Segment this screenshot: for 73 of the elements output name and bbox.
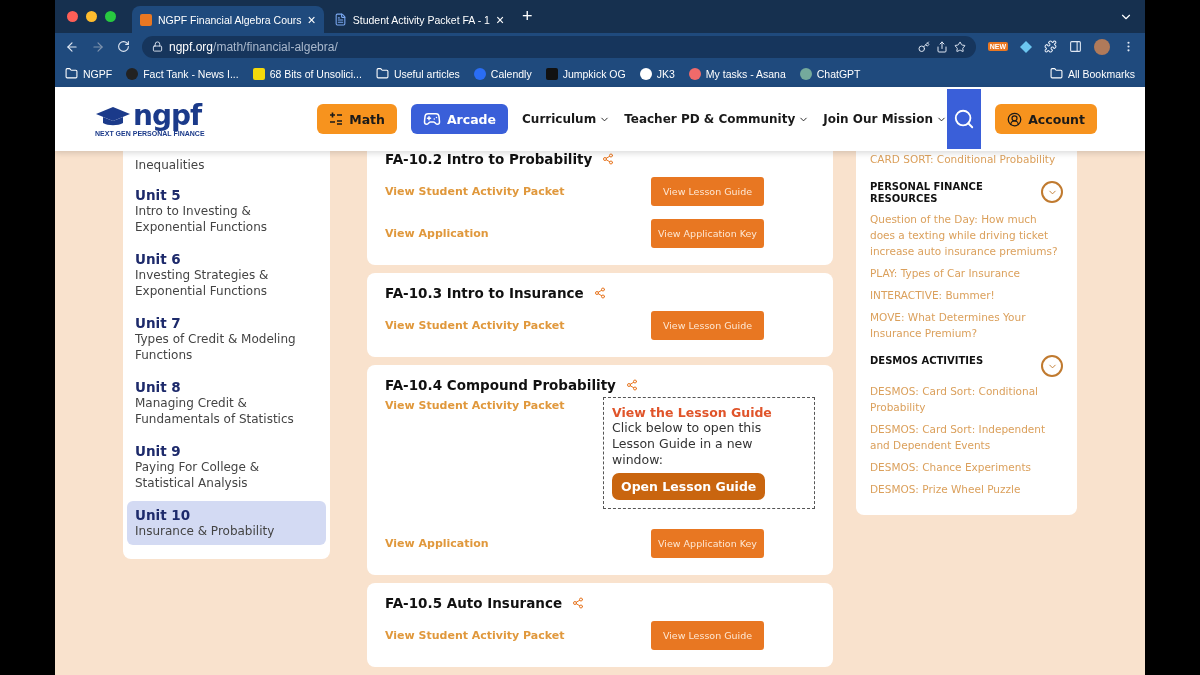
popup-text: Click below to open this Lesson Guide in a new window: xyxy=(612,420,763,468)
expand-icon[interactable] xyxy=(1041,355,1063,377)
unit-item[interactable]: Unit 9 Paying For College & Statistical Analysis xyxy=(127,437,326,497)
math-button[interactable]: Math xyxy=(317,104,397,134)
key-icon[interactable] xyxy=(917,40,930,53)
unit-item[interactable]: Unit 10 Insurance & Probability xyxy=(127,501,326,545)
popup-heading: View the Lesson Guide xyxy=(612,405,772,420)
nav-menu[interactable]: Curriculum xyxy=(522,112,611,126)
browser-tab[interactable]: Student Activity Packet FA - 1 × xyxy=(325,6,513,33)
close-tab-icon[interactable]: × xyxy=(495,11,505,28)
close-window-icon[interactable] xyxy=(67,11,78,22)
profile-avatar[interactable] xyxy=(1094,38,1110,55)
diamond-icon[interactable] xyxy=(1020,40,1032,53)
folder-icon xyxy=(65,67,78,80)
section-heading: PERSONAL FINANCE RESOURCES xyxy=(870,181,984,205)
all-bookmarks[interactable]: All Bookmarks xyxy=(1049,67,1135,80)
reload-icon[interactable] xyxy=(117,40,130,53)
gamepad-icon xyxy=(422,110,441,128)
bookmark-icon xyxy=(252,67,265,80)
extensions-icon[interactable] xyxy=(1044,40,1057,53)
unit-item[interactable]: Unit 6 Investing Strategies & Exponential Functions xyxy=(127,245,326,305)
math-symbols-icon xyxy=(329,112,344,126)
bookmark-icon xyxy=(545,67,558,80)
maximize-window-icon[interactable] xyxy=(105,11,116,22)
bookmark[interactable]: ChatGPT xyxy=(799,67,861,80)
unit-item[interactable]: Unit 7 Types of Credit & Modeling Functions xyxy=(127,309,326,369)
lesson-title: FA-10.2 Intro to Probability xyxy=(385,151,593,167)
address-bar[interactable]: ngpf.org/math/financial-algebra/ xyxy=(142,35,976,58)
lesson-title: FA-10.3 Intro to Insurance xyxy=(385,285,584,301)
unit-item[interactable]: Inequalities xyxy=(127,155,326,177)
arcade-button[interactable]: Arcade xyxy=(410,104,509,134)
unit-item[interactable]: Unit 8 Managing Credit & Fundamentals of Statistics xyxy=(127,373,326,433)
folder-icon xyxy=(1049,67,1063,80)
bookmark-icon xyxy=(126,67,139,80)
bookmark[interactable]: Fact Tank - News I... xyxy=(126,67,239,80)
logo[interactable]: ngpf xyxy=(133,101,202,130)
search-icon xyxy=(953,108,976,130)
lesson-title: FA-10.4 Compound Probability xyxy=(385,377,616,393)
new-tab-button[interactable]: + xyxy=(522,6,533,27)
bookmark-icon xyxy=(799,67,812,80)
bookmark[interactable]: JK3 xyxy=(639,67,675,80)
open-lesson-guide-button[interactable]: Open Lesson Guide xyxy=(612,473,766,500)
document-icon xyxy=(333,13,347,26)
browser-tab[interactable]: NGPF Financial Algebra Cours × xyxy=(132,6,324,33)
minimize-window-icon[interactable] xyxy=(86,11,97,22)
back-icon[interactable] xyxy=(65,39,79,54)
close-tab-icon[interactable]: × xyxy=(307,11,316,28)
expand-icon[interactable] xyxy=(1041,181,1063,203)
bookmark[interactable]: NGPF xyxy=(65,67,113,80)
account-button[interactable]: Account xyxy=(995,104,1097,134)
search-button[interactable] xyxy=(946,89,982,149)
nav-menu[interactable]: Teacher PD & Community xyxy=(624,112,810,126)
bookmark[interactable]: Calendly xyxy=(473,67,532,80)
nav-menu[interactable]: Join Our Mission xyxy=(823,112,947,126)
folder-icon xyxy=(375,67,389,80)
bookmark-icon xyxy=(473,67,486,80)
site-icon xyxy=(140,13,152,26)
lesson-title: FA-10.5 Auto Insurance xyxy=(385,595,563,611)
unit-item[interactable]: Unit 5 Intro to Investing & Exponential Functions xyxy=(127,181,326,241)
side-panel-icon[interactable] xyxy=(1069,40,1082,53)
forward-icon[interactable] xyxy=(91,39,105,54)
bookmark-icon xyxy=(688,67,701,80)
star-icon[interactable] xyxy=(953,40,966,53)
lock-icon[interactable] xyxy=(152,41,163,52)
bookmark[interactable]: 68 Bits of Unsolici... xyxy=(252,67,362,80)
bookmark-icon xyxy=(639,67,652,80)
bookmark[interactable]: Useful articles xyxy=(375,67,460,80)
bookmark[interactable]: My tasks - Asana xyxy=(688,67,786,80)
graduation-cap-icon xyxy=(95,104,131,127)
section-heading: DESMOS ACTIVITIES xyxy=(870,355,985,367)
user-icon xyxy=(1007,111,1023,127)
share-icon[interactable] xyxy=(935,40,948,53)
bookmark[interactable]: Jumpkick OG xyxy=(545,67,626,80)
